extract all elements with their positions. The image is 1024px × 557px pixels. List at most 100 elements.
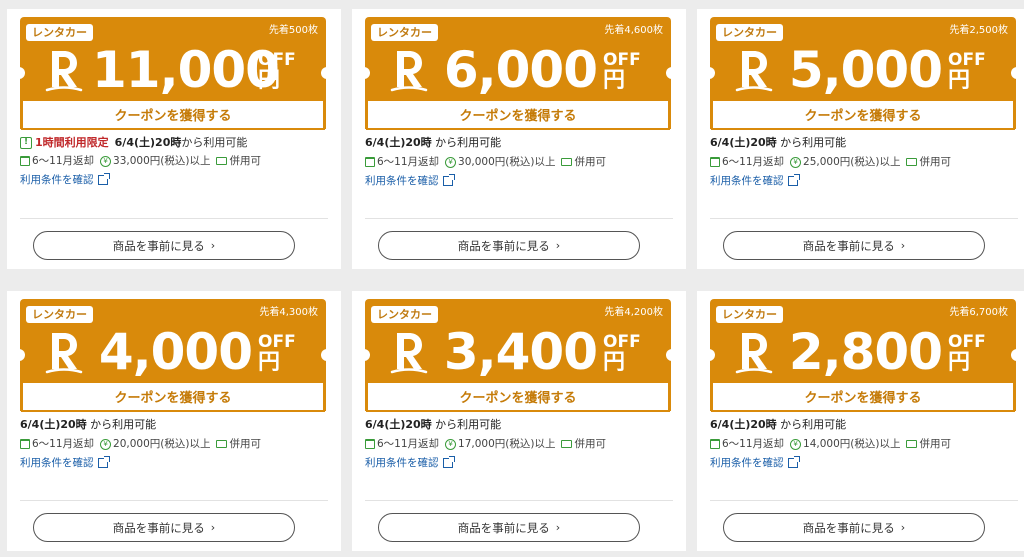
get-coupon-button[interactable]: クーポンを獲得する [366,382,670,412]
off-yen-label: OFF 円 [603,52,641,92]
off-label: OFF [258,332,296,352]
coupon-conditions: 6～11月返却 ¥ 33,000円(税込)以上 併用可 [20,153,328,169]
quantity-limit: 先着4,200枚 [604,307,663,318]
off-yen-label: OFF 円 [258,334,296,374]
get-coupon-button[interactable]: クーポンを獲得する [711,100,1015,130]
combinable-label: 併用可 [229,155,261,167]
calendar-icon [365,439,375,449]
divider [20,500,328,501]
coupon-grid: レンタカー 先着500枚 11,000 OFF 円 クーポンを獲得する ! 1時間… [0,0,1024,557]
ticket-notch-right [321,349,331,361]
coupon-info: 6/4(土)20時 から利用可能 6～11月返却 ¥ 30,000円(税込)以上… [365,129,673,189]
combinable-label: 併用可 [919,438,951,450]
divider [710,500,1018,501]
rakuten-r-logo [390,333,428,374]
ticket-icon [906,158,918,166]
available-date: 6/4(土)20時 [20,418,87,431]
minimum-amount: 30,000円(税込)以上 [458,156,556,168]
category-tag: レンタカー [371,24,438,41]
external-link-icon [787,456,800,468]
terms-link[interactable]: 利用条件を確認 [365,455,673,471]
ticket-icon [906,440,918,448]
rakuten-r-logo [735,51,773,92]
quantity-limit: 先着500枚 [268,25,318,36]
available-suffix: から利用可能 [431,418,502,431]
available-suffix: から利用可能 [776,136,847,149]
quantity-limit: 先着6,700枚 [949,307,1008,318]
terms-link[interactable]: 利用条件を確認 [710,173,1018,189]
view-products-label: 商品を事前に見る [457,520,550,535]
coupon-conditions: 6～11月返却 ¥ 20,000円(税込)以上 併用可 [20,436,328,452]
coupon-card: レンタカー 先着4,600枚 6,000 OFF 円 クーポンを獲得する 6/4… [352,9,686,269]
coupon-ticket: レンタカー 先着6,700枚 2,800 OFF 円 クーポンを獲得する [705,299,1021,412]
get-coupon-button[interactable]: クーポンを獲得する [711,382,1015,412]
view-products-button[interactable]: 商品を事前に見る › [33,513,295,542]
chevron-right-icon: › [900,521,906,534]
view-products-button[interactable]: 商品を事前に見る › [33,231,295,260]
view-products-label: 商品を事前に見る [802,238,895,253]
coupon-conditions: 6～11月返却 ¥ 14,000円(税込)以上 併用可 [710,436,1018,452]
terms-link-label: 利用条件を確認 [20,457,94,469]
get-coupon-button[interactable]: クーポンを獲得する [21,382,325,412]
coupon-card: レンタカー 先着500枚 11,000 OFF 円 クーポンを獲得する ! 1時間… [7,9,341,269]
view-products-button[interactable]: 商品を事前に見る › [378,231,640,260]
off-yen-label: OFF 円 [948,52,986,92]
category-tag: レンタカー [371,306,438,323]
off-label: OFF [948,50,986,70]
ticket-notch-right [321,67,331,79]
return-period: 6～11月返却 [722,438,785,450]
view-products-button[interactable]: 商品を事前に見る › [378,513,640,542]
availability-row: 6/4(土)20時 から利用可能 [710,135,1018,151]
external-link-icon [97,173,110,185]
discount-amount: 6,000 [443,41,598,99]
terms-link[interactable]: 利用条件を確認 [365,173,673,189]
view-products-button[interactable]: 商品を事前に見る › [723,231,985,260]
coupon-conditions: 6～11月返却 ¥ 30,000円(税込)以上 併用可 [365,154,673,170]
exclamation-icon: ! [20,137,32,149]
off-label: OFF [258,50,296,70]
view-products-label: 商品を事前に見る [457,238,550,253]
rakuten-r-logo [45,51,83,92]
view-products-button[interactable]: 商品を事前に見る › [723,513,985,542]
terms-link-label: 利用条件を確認 [710,457,784,469]
get-coupon-button[interactable]: クーポンを獲得する [366,100,670,130]
external-link-icon [442,174,455,186]
yen-coin-icon: ¥ [790,438,802,450]
yen-label: 円 [258,68,281,93]
yen-label: 円 [258,350,281,375]
ticket-icon [561,158,573,166]
yen-label: 円 [603,350,626,375]
quantity-limit: 先着4,300枚 [259,307,318,318]
coupon-card: レンタカー 先着2,500枚 5,000 OFF 円 クーポンを獲得する 6/4… [697,9,1024,269]
ticket-icon [561,440,573,448]
ticket-icon [216,157,228,165]
yen-coin-icon: ¥ [100,438,112,450]
coupon-card: レンタカー 先着4,200枚 3,400 OFF 円 クーポンを獲得する 6/4… [352,291,686,551]
available-date: 6/4(土)20時 [710,136,777,149]
combinable-label: 併用可 [574,438,606,450]
calendar-icon [710,157,720,167]
return-period: 6～11月返却 [377,156,440,168]
coupon-info: 6/4(土)20時 から利用可能 6～11月返却 ¥ 17,000円(税込)以上… [365,411,673,471]
yen-coin-icon: ¥ [445,156,457,168]
calendar-icon [20,439,30,449]
coupon-info: 6/4(土)20時 から利用可能 6～11月返却 ¥ 20,000円(税込)以上… [20,411,328,471]
terms-link[interactable]: 利用条件を確認 [710,455,1018,471]
chevron-right-icon: › [555,521,561,534]
discount-amount: 3,400 [443,323,598,381]
coupon-info: 6/4(土)20時 から利用可能 6～11月返却 ¥ 14,000円(税込)以上… [710,411,1018,471]
yen-label: 円 [948,350,971,375]
terms-link-label: 利用条件を確認 [365,457,439,469]
terms-link[interactable]: 利用条件を確認 [20,455,328,471]
off-yen-label: OFF 円 [948,334,986,374]
discount-amount: 5,000 [788,41,943,99]
divider [710,218,1018,219]
calendar-icon [20,156,30,166]
minimum-amount: 25,000円(税込)以上 [803,156,901,168]
yen-label: 円 [603,68,626,93]
terms-link[interactable]: 利用条件を確認 [20,172,328,188]
ticket-notch-left [15,349,25,361]
ticket-notch-left [360,67,370,79]
ticket-notch-left [705,349,715,361]
get-coupon-button[interactable]: クーポンを獲得する [21,100,325,130]
